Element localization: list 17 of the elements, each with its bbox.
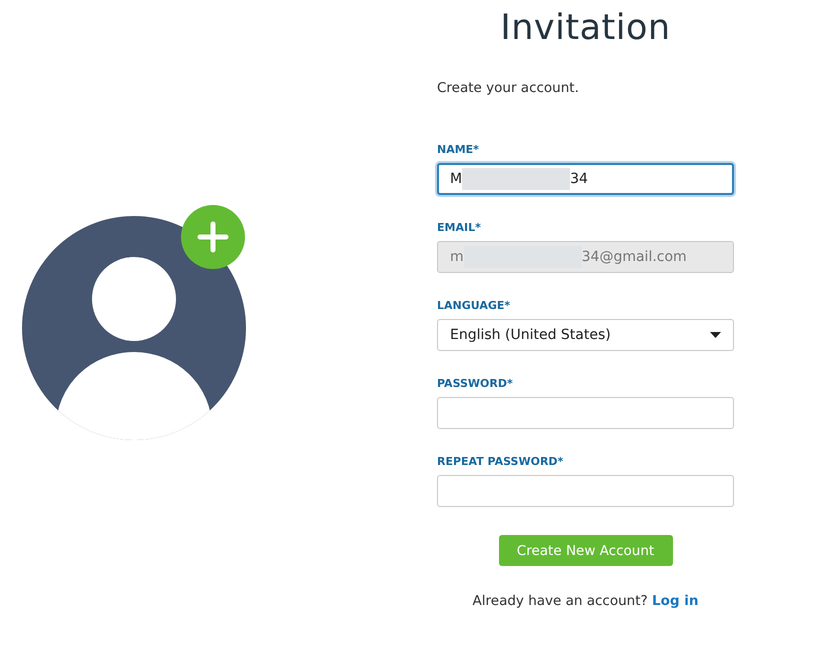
password-field[interactable]: [437, 475, 734, 507]
password-field[interactable]: [437, 397, 734, 429]
field-label: LANGUAGE*: [437, 299, 510, 312]
field-label: PASSWORD*: [437, 377, 513, 390]
caret-icon: [710, 332, 721, 338]
page-title: Invitation: [500, 8, 671, 48]
input-field[interactable]: M 34: [437, 163, 734, 195]
language-dropdown[interactable]: English (United States): [437, 319, 734, 351]
login-prompt: Already have an account? Log in: [472, 593, 698, 609]
login-link[interactable]: Log in: [652, 593, 698, 609]
input-field: m 34@gmail.com: [437, 241, 734, 273]
add-icon[interactable]: [181, 204, 245, 268]
subtitle-text: Create your account.: [437, 80, 580, 96]
avatar-icon: [22, 216, 246, 440]
field-label: NAME*: [437, 143, 479, 156]
field-label: EMAIL*: [437, 221, 481, 234]
field-label: REPEAT PASSWORD*: [437, 455, 564, 468]
